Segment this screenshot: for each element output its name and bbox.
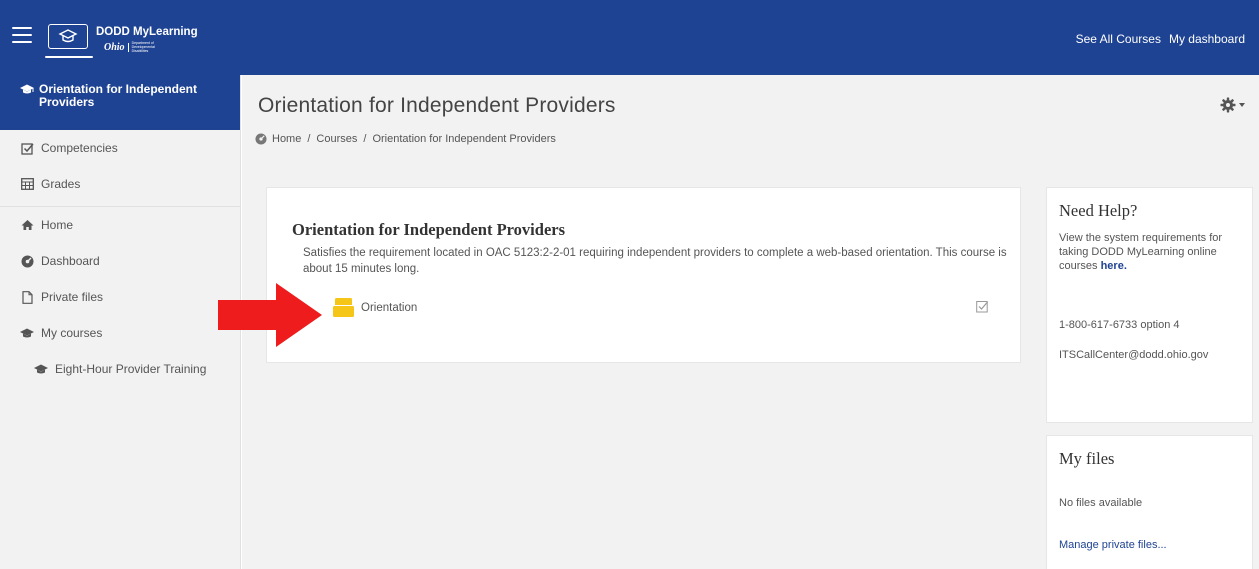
sidebar-item-current-course[interactable]: Orientation for Independent Providers	[0, 75, 240, 130]
hamburger-menu-icon[interactable]	[12, 27, 32, 45]
sidebar-item-home[interactable]: Home	[0, 207, 240, 243]
need-help-block: Need Help? View the system requirements …	[1046, 187, 1253, 423]
help-email[interactable]: ITSCallCenter@dodd.ohio.gov	[1059, 349, 1208, 361]
sidebar-item-label: Dashboard	[41, 254, 100, 268]
completion-checkbox[interactable]	[976, 300, 989, 318]
graduation-cap-icon	[20, 84, 34, 98]
need-help-title: Need Help?	[1059, 201, 1138, 220]
sidebar-item-label: Private files	[41, 290, 104, 304]
course-section-card: Orientation for Independent Providers Sa…	[266, 187, 1021, 363]
graduation-cap-icon	[34, 362, 48, 376]
sidebar-item-label: Orientation for Independent Providers	[39, 82, 197, 109]
sidebar: Orientation for Independent Providers Co…	[0, 75, 241, 569]
breadcrumb-current-course[interactable]: Orientation for Independent Providers	[372, 133, 555, 145]
laptop-logo-icon	[48, 24, 88, 49]
see-all-courses-link[interactable]: See All Courses	[1076, 32, 1161, 46]
sidebar-item-label: Eight-Hour Provider Training	[55, 362, 207, 376]
top-links: See All Courses My dashboard	[1076, 32, 1245, 46]
table-icon	[20, 177, 34, 191]
my-files-title: My files	[1059, 449, 1115, 468]
home-icon	[20, 218, 34, 232]
package-icon	[333, 298, 354, 317]
caret-down-icon	[1239, 103, 1245, 107]
logo-ohio: Ohio	[104, 41, 125, 53]
my-files-block: My files No files available Manage priva…	[1046, 435, 1253, 569]
checkbox-icon	[976, 301, 988, 313]
sidebar-item-label: Grades	[41, 177, 81, 191]
course-description: Satisfies the requirement located in OAC…	[303, 247, 1007, 275]
breadcrumb-courses[interactable]: Courses	[316, 133, 357, 145]
main-content: Orientation for Independent Providers Ho…	[218, 75, 1259, 569]
activity-label: Orientation	[361, 301, 418, 314]
checkbox-icon	[20, 141, 34, 155]
gear-icon	[1220, 97, 1236, 113]
sidebar-item-dashboard[interactable]: Dashboard	[0, 243, 240, 279]
logo-title: DODD MyLearning	[96, 26, 198, 38]
course-settings-menu[interactable]	[1220, 97, 1245, 113]
sidebar-item-competencies[interactable]: Competencies	[0, 130, 240, 166]
sidebar-item-eight-hour-training[interactable]: Eight-Hour Provider Training	[0, 351, 240, 387]
site-logo[interactable]: DODD MyLearning Ohio Department of Devel…	[45, 24, 198, 60]
breadcrumb: Home / Courses / Orientation for Indepen…	[255, 133, 556, 145]
breadcrumb-home[interactable]: Home	[272, 133, 301, 145]
file-icon	[20, 290, 34, 304]
logo-dept: Department of Developmental Disabilities	[131, 41, 155, 53]
help-phone: 1-800-617-6733 option 4	[1059, 319, 1180, 331]
sidebar-item-label: Competencies	[41, 141, 118, 155]
help-here-link[interactable]: here.	[1101, 260, 1127, 272]
activity-orientation[interactable]: Orientation	[333, 298, 417, 317]
sidebar-item-label: My courses	[41, 326, 103, 340]
help-description: View the system requirements for taking …	[1059, 232, 1223, 272]
no-files-text: No files available	[1059, 497, 1143, 509]
page-title: Orientation for Independent Providers	[258, 94, 616, 117]
dashboard-icon	[255, 133, 267, 145]
my-dashboard-link[interactable]: My dashboard	[1169, 32, 1245, 46]
sidebar-item-my-courses[interactable]: My courses	[0, 315, 240, 351]
graduation-cap-icon	[20, 326, 34, 340]
top-navbar: DODD MyLearning Ohio Department of Devel…	[0, 0, 1259, 75]
sidebar-item-private-files[interactable]: Private files	[0, 279, 240, 315]
sidebar-item-label: Home	[41, 218, 74, 232]
sidebar-item-grades[interactable]: Grades	[0, 166, 240, 202]
manage-private-files-link[interactable]: Manage private files...	[1059, 539, 1167, 551]
course-section-title: Orientation for Independent Providers	[292, 220, 566, 239]
red-arrow-annotation-icon	[218, 283, 326, 352]
dashboard-icon	[20, 254, 34, 268]
